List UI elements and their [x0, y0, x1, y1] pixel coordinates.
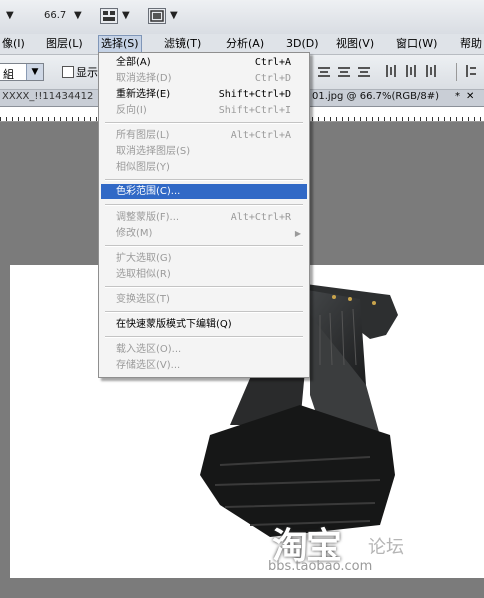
menu-item-deselect[interactable]: 取消选择(D) Ctrl+D [101, 71, 307, 86]
menu-item-shortcut: Ctrl+D [254, 73, 291, 84]
menu-image[interactable]: 像(I) [0, 36, 27, 52]
submenu-arrow-icon: ▶ [294, 229, 301, 238]
menu-window[interactable]: 窗口(W) [394, 36, 439, 52]
arrange-documents-icon[interactable] [100, 8, 118, 24]
menu-item-label: 全部(A) [116, 57, 151, 68]
menu-item-shortcut: Shift+Ctrl+I [218, 105, 291, 116]
menu-item-shortcut: Shift+Ctrl+D [218, 89, 291, 100]
show-transform-label: 显示 [76, 66, 98, 79]
menu-item-label: 变换选区(T) [116, 294, 170, 305]
menu-item-shortcut: Alt+Ctrl+R [230, 212, 291, 223]
menu-item-label: 扩大选取(G) [116, 253, 172, 264]
watermark-forum: 论坛 [368, 537, 404, 558]
tab-modified-mark: * [455, 91, 460, 102]
launch-dropdown-arrow[interactable]: ▼ [6, 10, 14, 21]
menu-separator [105, 245, 303, 247]
menu-layer[interactable]: 图层(L) [44, 36, 85, 52]
menu-item-label: 修改(M) [116, 228, 153, 239]
application-bar: ▼ 66.7 ▼ ▼ ▼ [0, 0, 484, 35]
menu-separator [105, 204, 303, 206]
menu-item-grow[interactable]: 扩大选取(G) [101, 251, 307, 266]
menu-item-all-layers[interactable]: 所有图层(L) Alt+Ctrl+A [101, 128, 307, 143]
close-tab-icon[interactable]: ✕ [466, 91, 474, 102]
arrange-dropdown-arrow[interactable]: ▼ [122, 10, 130, 21]
chevron-down-icon: ▼ [26, 64, 43, 80]
menu-item-label: 在快速蒙版模式下编辑(Q) [116, 319, 232, 330]
menu-separator [105, 179, 303, 181]
menu-item-reselect[interactable]: 重新选择(E) Shift+Ctrl+D [101, 87, 307, 102]
menu-filter[interactable]: 滤镜(T) [162, 36, 203, 52]
zoom-level[interactable]: 66.7 [44, 10, 66, 21]
menu-item-shortcut: Ctrl+A [254, 57, 291, 68]
menu-view[interactable]: 视图(V) [334, 36, 376, 52]
menu-item-label: 取消选择(D) [116, 73, 172, 84]
menu-item-shortcut: Alt+Ctrl+A [230, 130, 291, 141]
menu-help[interactable]: 帮助 [458, 36, 484, 52]
menu-analysis[interactable]: 分析(A) [224, 36, 266, 52]
menu-item-similar[interactable]: 选取相似(R) [101, 267, 307, 282]
menu-item-label: 取消选择图层(S) [116, 146, 191, 157]
menu-item-similar-layers[interactable]: 相似图层(Y) [101, 160, 307, 175]
tab-document-2[interactable]: 01.jpg @ 66.7%(RGB/8#) [312, 91, 439, 102]
menu-separator [105, 336, 303, 338]
menu-item-color-range[interactable]: 色彩范围(C)... [101, 184, 307, 199]
watermark-url: bbs.taobao.com [268, 559, 373, 574]
menu-item-label: 调整蒙版(F)... [116, 212, 180, 223]
menu-item-label: 反向(I) [116, 105, 147, 116]
menu-item-inverse[interactable]: 反向(I) Shift+Ctrl+I [101, 103, 307, 118]
menu-item-label: 载入选区(O)... [116, 344, 182, 355]
menu-item-transform-selection[interactable]: 变换选区(T) [101, 292, 307, 307]
auto-select-value: 組 [3, 68, 14, 81]
menu-separator [105, 122, 303, 124]
tab-document-1[interactable]: XXXX_!!11434412 [2, 91, 93, 102]
align-distribute-icons[interactable] [316, 63, 484, 81]
menu-item-all[interactable]: 全部(A) Ctrl+A [101, 55, 307, 70]
zoom-dropdown-arrow[interactable]: ▼ [74, 10, 82, 21]
menu-item-modify[interactable]: 修改(M) ▶ [101, 226, 307, 241]
menu-item-label: 色彩范围(C)... [116, 186, 181, 197]
menu-separator [105, 311, 303, 313]
select-menu-dropdown: 全部(A) Ctrl+A 取消选择(D) Ctrl+D 重新选择(E) Shif… [98, 52, 310, 378]
menu-item-label: 所有图层(L) [116, 130, 170, 141]
menu-item-label: 存储选区(V)... [116, 360, 181, 371]
menu-3d[interactable]: 3D(D) [284, 36, 321, 52]
auto-select-dropdown[interactable]: 組 ▼ [0, 63, 44, 81]
menu-select[interactable]: 选择(S) [98, 35, 142, 53]
menu-item-save-selection[interactable]: 存储选区(V)... [101, 358, 307, 373]
menu-item-label: 选取相似(R) [116, 269, 171, 280]
menu-item-load-selection[interactable]: 载入选区(O)... [101, 342, 307, 357]
menu-item-refine-mask[interactable]: 调整蒙版(F)... Alt+Ctrl+R [101, 210, 307, 225]
menu-separator [105, 286, 303, 288]
menu-item-deselect-layers[interactable]: 取消选择图层(S) [101, 144, 307, 159]
menu-item-label: 重新选择(E) [116, 89, 171, 100]
screen-mode-icon[interactable] [148, 8, 166, 24]
show-transform-checkbox[interactable] [62, 66, 74, 78]
screen-mode-dropdown-arrow[interactable]: ▼ [170, 10, 178, 21]
menu-item-quick-mask[interactable]: 在快速蒙版模式下编辑(Q) [101, 317, 307, 332]
menu-item-label: 相似图层(Y) [116, 162, 170, 173]
